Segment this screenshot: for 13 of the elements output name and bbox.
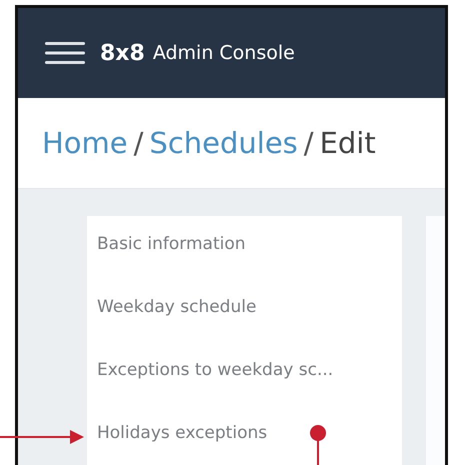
app-title: Admin Console [152, 42, 295, 64]
breadcrumb-link[interactable]: Schedules [149, 126, 298, 160]
breadcrumb-current: Edit [320, 126, 376, 160]
nav-item[interactable]: Holidays exceptions [87, 415, 402, 465]
breadcrumb-separator: / [134, 126, 144, 160]
menu-icon[interactable] [45, 42, 85, 64]
callout-marker [309, 424, 327, 465]
nav-item[interactable]: Basic information [87, 226, 402, 289]
brand-logo: 8x8 [100, 40, 145, 66]
nav-item[interactable]: Exceptions to weekday sc... [87, 352, 402, 415]
breadcrumb-link[interactable]: Home [42, 126, 128, 160]
nav-item[interactable]: Weekday schedule [87, 289, 402, 352]
breadcrumb-separator: / [304, 126, 314, 160]
